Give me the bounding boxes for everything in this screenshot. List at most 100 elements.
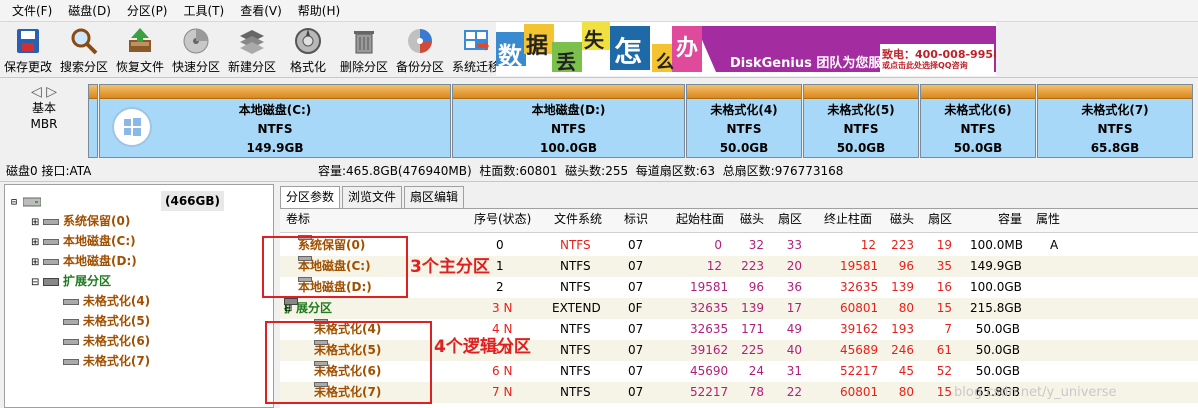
fs-cell: NTFS bbox=[560, 280, 591, 294]
partition-fs: NTFS bbox=[257, 122, 293, 136]
search-partition-button[interactable]: 搜索分区 bbox=[56, 24, 112, 76]
menu-help[interactable]: 帮助(H) bbox=[290, 0, 348, 22]
start-sector-cell: 22 bbox=[786, 385, 802, 399]
id-cell: 07 bbox=[628, 238, 644, 252]
banner-char: 丢 bbox=[556, 50, 576, 74]
start-cyl-cell: 12 bbox=[706, 259, 722, 273]
column-header[interactable]: 序号(状态) bbox=[474, 209, 531, 230]
banner-char: 数 bbox=[498, 42, 522, 70]
fs-cell: EXTEND bbox=[552, 301, 601, 315]
start-cyl-cell: 45690 bbox=[690, 364, 729, 378]
banner-char: 失 bbox=[584, 28, 604, 52]
tree-label: 系统保留(0) bbox=[63, 214, 131, 228]
tree-item[interactable]: ⊞ 系统保留(0) bbox=[31, 211, 130, 231]
partition-cap bbox=[687, 85, 801, 99]
column-header[interactable]: 文件系统 bbox=[554, 209, 602, 230]
tree-item[interactable]: 未格式化(6) bbox=[63, 331, 150, 351]
disk-root-label: (466GB) bbox=[161, 191, 225, 211]
partition-fs: NTFS bbox=[1097, 122, 1133, 136]
tree-label: 扩展分区 bbox=[63, 274, 112, 288]
chevron-right-icon[interactable]: ▷ bbox=[46, 84, 57, 100]
menu-view[interactable]: 查看(V) bbox=[232, 0, 290, 22]
table-row[interactable]: ⊟ 扩展分区 3 N EXTEND 0F 32635 139 17 60801 … bbox=[280, 298, 1198, 319]
menu-disk[interactable]: 磁盘(D) bbox=[60, 0, 119, 22]
partition-block-c[interactable]: 本地磁盘(C:) NTFS 149.9GB bbox=[99, 84, 451, 158]
migrate-icon bbox=[464, 30, 489, 51]
partition-block-6[interactable]: 未格式化(6) NTFS 50.0GB bbox=[920, 84, 1036, 158]
start-head-cell: 32 bbox=[748, 238, 764, 252]
end-sector-cell: 52 bbox=[936, 364, 952, 378]
partition-block-d[interactable]: 本地磁盘(D:) NTFS 100.0GB bbox=[452, 84, 685, 158]
partition-fs: NTFS bbox=[726, 122, 762, 136]
expand-icon[interactable]: ⊞ bbox=[31, 217, 39, 228]
column-header[interactable]: 扇区 bbox=[928, 209, 952, 230]
column-header[interactable]: 扇区 bbox=[778, 209, 802, 230]
column-header[interactable]: 终止柱面 bbox=[824, 209, 872, 230]
menu-tools[interactable]: 工具(T) bbox=[176, 0, 233, 22]
partition-name: 未格式化(4) bbox=[710, 103, 778, 117]
column-header[interactable]: 容量 bbox=[998, 209, 1022, 230]
tree-item[interactable]: 未格式化(7) bbox=[63, 351, 150, 371]
menu-partition[interactable]: 分区(P) bbox=[119, 0, 176, 22]
start-sector-cell: 33 bbox=[786, 238, 802, 252]
tree-disk-root[interactable]: ⊟ (466GB) bbox=[11, 191, 266, 211]
attribute-cell: A bbox=[1050, 238, 1059, 252]
collapse-icon[interactable]: ⊟ bbox=[31, 277, 39, 288]
save-changes-button[interactable]: 保存更改 bbox=[0, 24, 56, 76]
end-sector-cell: 15 bbox=[936, 301, 952, 315]
extended-partition-icon bbox=[284, 298, 298, 305]
capacity-cell: 50.0GB bbox=[975, 364, 1020, 378]
id-cell: 07 bbox=[628, 280, 644, 294]
fs-cell: NTFS bbox=[560, 364, 591, 378]
end-cyl-cell: 19581 bbox=[840, 259, 879, 273]
column-header[interactable]: 磁头 bbox=[740, 209, 764, 230]
tree-item[interactable]: ⊟ 扩展分区 bbox=[31, 271, 111, 291]
table-header: 卷标 序号(状态) 文件系统 标识 起始柱面 磁头 扇区 终止柱面 磁头 扇区 … bbox=[280, 209, 1198, 233]
new-partition-button[interactable]: 新建分区 bbox=[224, 24, 280, 76]
quick-partition-button[interactable]: 快速分区 bbox=[168, 24, 224, 76]
column-header[interactable]: 属性 bbox=[1036, 209, 1060, 230]
partition-icon bbox=[63, 338, 79, 345]
tree-item[interactable]: 未格式化(4) bbox=[63, 291, 150, 311]
advertisement-banner[interactable]: 数 据 丢 失 怎 么 办 DiskGenius 团队为您服务 致电：400-0… bbox=[496, 22, 996, 76]
fs-cell: NTFS bbox=[560, 385, 591, 399]
end-cyl-cell: 60801 bbox=[840, 385, 879, 399]
format-button[interactable]: 格式化 bbox=[280, 24, 336, 76]
tab-browse-files[interactable]: 浏览文件 bbox=[342, 186, 403, 208]
column-header[interactable]: 标识 bbox=[624, 209, 648, 230]
partition-cap bbox=[89, 85, 97, 99]
tree-label: 未格式化(5) bbox=[82, 314, 151, 328]
disk-nav-arrows[interactable]: ◁ ▷ bbox=[0, 84, 88, 100]
expand-icon[interactable]: ⊞ bbox=[31, 257, 39, 268]
index-cell: 6 N bbox=[492, 364, 513, 378]
column-header[interactable]: 起始柱面 bbox=[676, 209, 724, 230]
menu-file[interactable]: 文件(F) bbox=[4, 0, 60, 22]
end-sector-cell: 61 bbox=[936, 343, 952, 357]
index-cell: 3 N bbox=[492, 301, 513, 315]
tab-partition-params[interactable]: 分区参数 bbox=[280, 186, 341, 209]
tree-label: 未格式化(6) bbox=[82, 334, 151, 348]
tree-label: 本地磁盘(D:) bbox=[63, 254, 137, 268]
partition-block-4[interactable]: 未格式化(4) NTFS 50.0GB bbox=[686, 84, 802, 158]
tree-item[interactable]: ⊞ 本地磁盘(C:) bbox=[31, 231, 136, 251]
save-icon bbox=[17, 29, 39, 53]
primary-partitions-highlight bbox=[262, 236, 408, 298]
table-row[interactable]: 本地磁盘(D:) 2 NTFS 07 19581 96 36 32635 139… bbox=[280, 277, 1198, 298]
column-header[interactable]: 卷标 bbox=[286, 209, 310, 230]
partition-block-5[interactable]: 未格式化(5) NTFS 50.0GB bbox=[803, 84, 919, 158]
column-header[interactable]: 磁头 bbox=[890, 209, 914, 230]
tree-item[interactable]: 未格式化(5) bbox=[63, 311, 150, 331]
expand-icon[interactable]: ⊞ bbox=[31, 237, 39, 248]
chevron-left-icon[interactable]: ◁ bbox=[31, 84, 42, 100]
tree-item[interactable]: ⊞ 本地磁盘(D:) bbox=[31, 251, 137, 271]
backup-partition-button[interactable]: 备份分区 bbox=[392, 24, 448, 76]
primary-partitions-annotation: 3个主分区 bbox=[410, 257, 490, 277]
start-head-cell: 225 bbox=[741, 343, 764, 357]
partition-block-reserved[interactable] bbox=[88, 84, 98, 158]
partition-block-7[interactable]: 未格式化(7) NTFS 65.8GB bbox=[1037, 84, 1193, 158]
collapse-icon[interactable]: ⊟ bbox=[11, 197, 17, 208]
recover-files-button[interactable]: 恢复文件 bbox=[112, 24, 168, 76]
delete-partition-button[interactable]: 删除分区 bbox=[336, 24, 392, 76]
end-head-cell: 193 bbox=[891, 322, 914, 336]
tab-sector-edit[interactable]: 扇区编辑 bbox=[404, 186, 465, 208]
